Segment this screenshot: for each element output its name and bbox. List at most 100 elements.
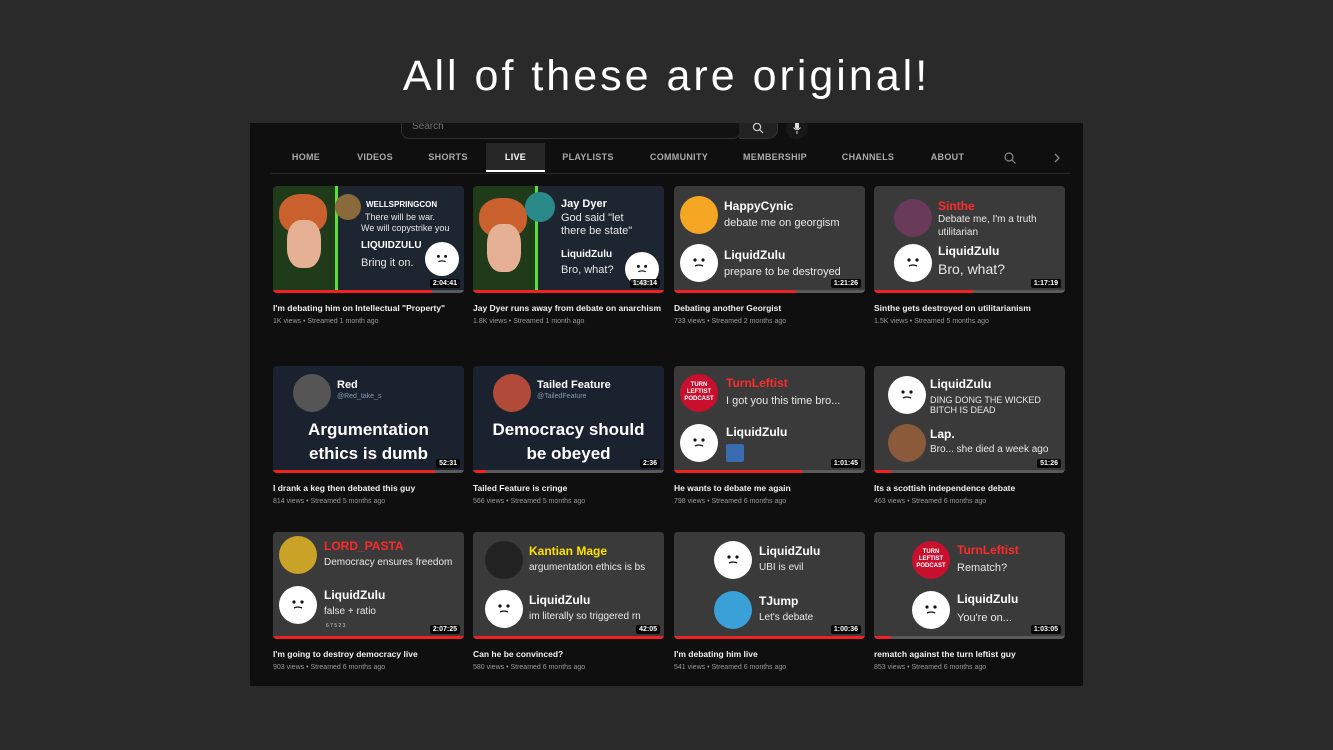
face-icon (693, 438, 705, 447)
thumb-name-2: LIQUIDZULU (361, 240, 422, 251)
duration-badge: 1:00:36 (830, 625, 861, 634)
duration-badge: 1:21:26 (830, 279, 861, 288)
tab-playlists[interactable]: PLAYLISTS (553, 143, 623, 172)
video-thumbnail[interactable]: Tailed Feature @TailedFeature Democracy … (473, 366, 664, 473)
video-title[interactable]: Can he be convinced? (473, 648, 664, 660)
liquidzulu-avatar (888, 376, 926, 414)
search-box[interactable] (401, 123, 741, 139)
video-thumbnail[interactable]: Jay Dyer God said "let there be state" L… (473, 186, 664, 293)
discord-icon (680, 196, 718, 234)
video-thumbnail[interactable]: Red @Red_take_s Argumentation ethics is … (273, 366, 464, 473)
thumb-name-2: LiquidZulu (726, 425, 788, 439)
tab-videos[interactable]: VIDEOS (344, 143, 406, 172)
video-card[interactable]: LiquidZulu DING DONG THE WICKED BITCH IS… (874, 366, 1065, 505)
video-card[interactable]: TURN LEFTIST PODCAST TurnLeftist I got y… (674, 366, 865, 505)
video-card[interactable]: Jay Dyer God said "let there be state" L… (473, 186, 664, 325)
duration-badge: 51:26 (1037, 459, 1061, 468)
video-meta: 1.8K views • Streamed 1 month ago (473, 318, 585, 325)
thumb-line-1: God said "let (561, 212, 624, 224)
video-title[interactable]: rematch against the turn leftist guy (874, 648, 1065, 660)
avatar (279, 536, 317, 574)
face-icon (693, 258, 705, 267)
video-thumbnail[interactable]: Kantian Mage argumentation ethics is bs … (473, 532, 664, 639)
liquidzulu-avatar (485, 590, 523, 628)
liquidzulu-avatar (714, 541, 752, 579)
thumb-handle: @Red_take_s (337, 393, 382, 400)
emoji-image (726, 444, 744, 462)
watch-progress (674, 470, 865, 473)
thumb-name-2: LiquidZulu (561, 249, 613, 260)
thumb-line-1: Debate me, I'm a truth (938, 214, 1037, 225)
thumb-name-2: LiquidZulu (724, 248, 786, 262)
video-card[interactable]: HappyCynic debate me on georgism LiquidZ… (674, 186, 865, 325)
video-title[interactable]: He wants to debate me again (674, 482, 865, 494)
liquidzulu-avatar (680, 244, 718, 282)
video-title[interactable]: Sinthe gets destroyed on utilitarianism (874, 302, 1065, 314)
video-card[interactable]: LiquidZulu UBI is evil TJump Let's debat… (674, 532, 865, 671)
video-title[interactable]: Tailed Feature is cringe (473, 482, 664, 494)
thumb-line-1: Democracy ensures freedom (324, 557, 453, 568)
video-title[interactable]: I'm going to destroy democracy live (273, 648, 464, 660)
face-icon (727, 555, 739, 564)
chevron-right-icon[interactable] (1050, 151, 1064, 165)
watch-progress (273, 470, 464, 473)
video-title[interactable]: I'm debating him on Intellectual "Proper… (273, 302, 464, 314)
tab-live[interactable]: LIVE (486, 143, 545, 172)
search-input[interactable] (412, 123, 732, 132)
tab-shorts[interactable]: SHORTS (416, 143, 480, 172)
tab-home[interactable]: HOME (272, 143, 340, 172)
video-card[interactable]: Tailed Feature @TailedFeature Democracy … (473, 366, 664, 505)
video-thumbnail[interactable]: WELLSPRINGCON There will be war. We will… (273, 186, 464, 293)
search-icon (752, 123, 764, 134)
reaction-counts: 6 7 5 2 3 (326, 623, 346, 629)
video-thumbnail[interactable]: TURN LEFTIST PODCAST TurnLeftist Rematch… (874, 532, 1065, 639)
liquidzulu-avatar (425, 242, 459, 276)
thumb-line-2: Bro, what? (561, 264, 614, 276)
video-meta: 541 views • Streamed 6 months ago (674, 664, 787, 671)
video-thumbnail[interactable]: LiquidZulu DING DONG THE WICKED BITCH IS… (874, 366, 1065, 473)
video-thumbnail[interactable]: LiquidZulu UBI is evil TJump Let's debat… (674, 532, 865, 639)
video-card[interactable]: Kantian Mage argumentation ethics is bs … (473, 532, 664, 671)
video-title[interactable]: Debating another Georgist (674, 302, 865, 314)
video-meta: 1.5K views • Streamed 5 months ago (874, 318, 989, 325)
page-headline: All of these are original! (402, 52, 931, 100)
watch-progress (874, 636, 1065, 639)
watch-progress (273, 290, 464, 293)
thumb-name-2: Lap. (930, 427, 955, 441)
video-card[interactable]: Sinthe Debate me, I'm a truth utilitaria… (874, 186, 1065, 325)
video-card[interactable]: Red @Red_take_s Argumentation ethics is … (273, 366, 464, 505)
streamer-face (487, 224, 521, 272)
channel-tabs: HOME VIDEOS SHORTS LIVE PLAYLISTS COMMUN… (270, 143, 1070, 174)
video-title[interactable]: I drank a keg then debated this guy (273, 482, 464, 494)
video-thumbnail[interactable]: TURN LEFTIST PODCAST TurnLeftist I got y… (674, 366, 865, 473)
tab-channels[interactable]: CHANNELS (832, 143, 904, 172)
video-card[interactable]: WELLSPRINGCON There will be war. We will… (273, 186, 464, 325)
thumb-line-2: You're on... (957, 612, 1012, 624)
duration-badge: 42:05 (636, 625, 660, 634)
video-thumbnail[interactable]: HappyCynic debate me on georgism LiquidZ… (674, 186, 865, 293)
tab-about[interactable]: ABOUT (920, 143, 975, 172)
duration-badge: 52:31 (436, 459, 460, 468)
avatar (714, 591, 752, 629)
video-meta: 733 views • Streamed 2 months ago (674, 318, 787, 325)
voice-search-button[interactable] (786, 123, 808, 139)
video-title[interactable]: I'm debating him live (674, 648, 865, 660)
video-meta: 814 views • Streamed 5 months ago (273, 498, 386, 505)
video-thumbnail[interactable]: LORD_PASTA Democracy ensures freedom Liq… (273, 532, 464, 639)
tab-community[interactable]: COMMUNITY (639, 143, 719, 172)
avatar (493, 374, 531, 412)
tab-membership[interactable]: MEMBERSHIP (736, 143, 814, 172)
video-thumbnail[interactable]: Sinthe Debate me, I'm a truth utilitaria… (874, 186, 1065, 293)
thumb-big-line-1: Democracy should (492, 420, 645, 439)
video-card[interactable]: TURN LEFTIST PODCAST TurnLeftist Rematch… (874, 532, 1065, 671)
face-icon (901, 390, 913, 399)
search-button[interactable] (739, 123, 778, 139)
video-meta: 566 views • Streamed 5 months ago (473, 498, 586, 505)
video-title[interactable]: Its a scottish independence debate (874, 482, 1065, 494)
face-icon (436, 254, 448, 263)
turnleftist-logo: TURN LEFTIST PODCAST (912, 541, 950, 579)
video-meta: 798 views • Streamed 6 months ago (674, 498, 787, 505)
video-card[interactable]: LORD_PASTA Democracy ensures freedom Liq… (273, 532, 464, 671)
channel-search-icon[interactable] (1003, 151, 1017, 165)
video-title[interactable]: Jay Dyer runs away from debate on anarch… (473, 302, 664, 314)
